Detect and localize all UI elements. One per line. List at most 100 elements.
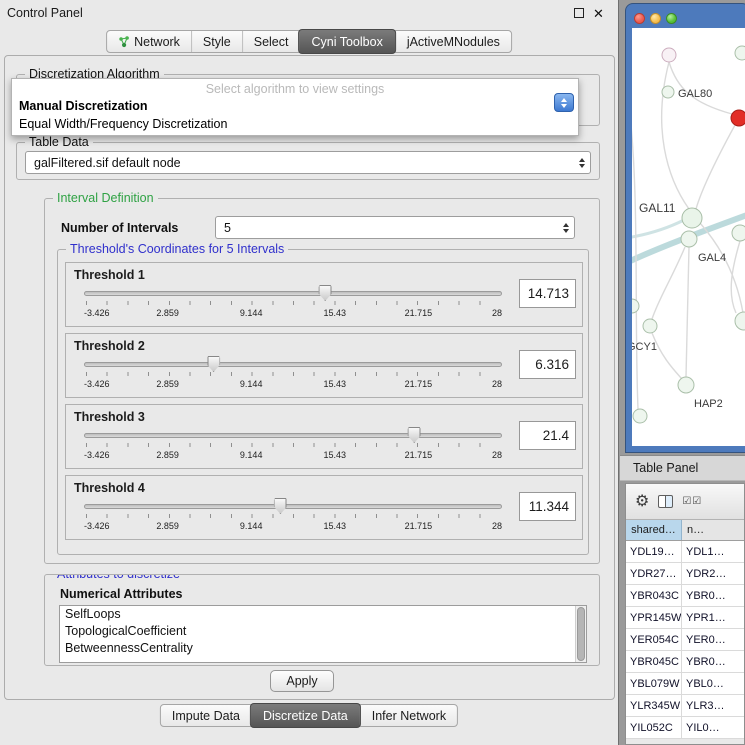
apply-button[interactable]: Apply xyxy=(270,670,334,692)
tab-select[interactable]: Select xyxy=(242,31,300,52)
list-item[interactable]: TopologicalCoefficient xyxy=(60,623,586,640)
column-header-name[interactable]: n… xyxy=(682,520,744,540)
scale-label: 21.715 xyxy=(405,521,433,531)
graph-node[interactable] xyxy=(662,86,674,98)
slider-track[interactable] xyxy=(84,433,502,438)
threshold-slider[interactable]: -3.426 2.859 9.144 15.43 21.715 28 xyxy=(84,356,502,396)
table-data-combobox[interactable]: galFiltered.sif default node xyxy=(25,151,591,174)
cell[interactable]: YDL19… xyxy=(626,541,682,562)
arrow-up-icon xyxy=(579,158,585,162)
cell[interactable]: YER054C xyxy=(626,629,682,650)
cell[interactable]: YPR145W xyxy=(626,607,682,628)
table-panel-window: ⚙ ☑☑ shared… n… YDL19… YDL1… YDR27… YDR2… xyxy=(625,483,745,745)
cell[interactable]: YLR3… xyxy=(682,695,744,716)
tab-cyni-toolbox[interactable]: Cyni Toolbox xyxy=(298,29,395,54)
scrollbar-thumb[interactable] xyxy=(577,607,585,661)
graph-node[interactable] xyxy=(735,46,745,60)
tab-infer-network[interactable]: Infer Network xyxy=(360,705,457,726)
tab-network[interactable]: Network xyxy=(107,31,191,52)
table-row[interactable]: YBR043C YBR0… xyxy=(626,585,744,607)
table-row[interactable]: YBR045C YBR0… xyxy=(626,651,744,673)
columns-icon[interactable] xyxy=(658,495,673,508)
graph-node[interactable] xyxy=(632,299,639,313)
threshold-slider[interactable]: -3.426 2.859 9.144 15.43 21.715 28 xyxy=(84,427,502,467)
combo-stepper[interactable] xyxy=(558,217,574,238)
window-controls xyxy=(634,13,677,24)
checkbox-filter-icons[interactable]: ☑☑ xyxy=(682,496,702,507)
algorithm-combo-stepper[interactable] xyxy=(554,93,574,112)
graph-node[interactable] xyxy=(678,377,694,393)
minimize-traffic-light-icon[interactable] xyxy=(650,13,661,24)
scale-label: 15.43 xyxy=(324,450,347,460)
algorithm-dropdown-popup: Select algorithm to view settings Manual… xyxy=(11,78,579,136)
graph-node[interactable] xyxy=(732,225,745,241)
cell[interactable]: YBR0… xyxy=(682,651,744,672)
number-of-intervals-combobox[interactable]: 5 xyxy=(215,216,575,239)
slider-track[interactable] xyxy=(84,291,502,296)
cell[interactable]: YBL079W xyxy=(626,673,682,694)
combo-stepper[interactable] xyxy=(574,152,590,173)
graph-node[interactable] xyxy=(682,208,702,228)
table-row[interactable]: YLR345W YLR3… xyxy=(626,695,744,717)
threshold-label: Threshold 2 xyxy=(74,339,145,353)
cell[interactable]: YIL0… xyxy=(682,717,744,738)
table-row[interactable]: YIL052C YIL0… xyxy=(626,717,744,739)
dropdown-option-equal-width-frequency[interactable]: Equal Width/Frequency Discretization xyxy=(12,115,578,133)
slider-handle[interactable] xyxy=(319,285,332,301)
cell[interactable]: YPR1… xyxy=(682,607,744,628)
cell[interactable]: YDR2… xyxy=(682,563,744,584)
tab-jactivemnodules[interactable]: jActiveMNodules xyxy=(395,31,511,52)
tab-impute-data[interactable]: Impute Data xyxy=(161,705,251,726)
close-traffic-light-icon[interactable] xyxy=(634,13,645,24)
zoom-traffic-light-icon[interactable] xyxy=(666,13,677,24)
cell[interactable]: YBR045C xyxy=(626,651,682,672)
table-panel-title: Table Panel xyxy=(633,461,698,475)
threshold-slider[interactable]: -3.426 2.859 9.144 15.43 21.715 28 xyxy=(84,498,502,538)
network-canvas[interactable]: GAL80 GAL11 GAL4 GCY1 HAP2 xyxy=(632,28,745,446)
list-item[interactable]: BetweennessCentrality xyxy=(60,640,586,657)
graph-node[interactable] xyxy=(735,312,745,330)
interval-definition-group: Interval Definition Number of Intervals … xyxy=(44,198,600,564)
tab-discretize-data[interactable]: Discretize Data xyxy=(250,703,361,728)
graph-node[interactable] xyxy=(643,319,657,333)
graph-node[interactable] xyxy=(662,48,676,62)
slider-track[interactable] xyxy=(84,362,502,367)
table-row[interactable]: YDL19… YDL1… xyxy=(626,541,744,563)
threshold-slider[interactable]: -3.426 2.859 9.144 15.43 21.715 28 xyxy=(84,285,502,325)
cell[interactable]: YBR043C xyxy=(626,585,682,606)
threshold-value-field[interactable]: 14.713 xyxy=(519,279,576,308)
table-row[interactable]: YDR27… YDR2… xyxy=(626,563,744,585)
table-row[interactable]: YER054C YER0… xyxy=(626,629,744,651)
table-row[interactable]: YBL079W YBL0… xyxy=(626,673,744,695)
tab-style[interactable]: Style xyxy=(191,31,242,52)
cell[interactable]: YBL0… xyxy=(682,673,744,694)
threshold-value-field[interactable]: 21.4 xyxy=(519,421,576,450)
slider-track[interactable] xyxy=(84,504,502,509)
slider-handle[interactable] xyxy=(207,356,220,372)
cell[interactable]: YBR0… xyxy=(682,585,744,606)
slider-handle[interactable] xyxy=(408,427,421,443)
cell[interactable]: YDL1… xyxy=(682,541,744,562)
selected-red-node[interactable] xyxy=(731,110,745,126)
graph-node[interactable] xyxy=(633,409,647,423)
dropdown-option-manual-discretization[interactable]: Manual Discretization xyxy=(12,97,578,115)
table-row[interactable]: YPR145W YPR1… xyxy=(626,607,744,629)
gear-icon[interactable]: ⚙ xyxy=(635,494,649,510)
threshold-value-field[interactable]: 6.316 xyxy=(519,350,576,379)
cell[interactable]: YER0… xyxy=(682,629,744,650)
table-header-row: shared… n… xyxy=(626,520,744,541)
threshold-value-field[interactable]: 11.344 xyxy=(519,492,576,521)
graph-node[interactable] xyxy=(681,231,697,247)
list-scrollbar[interactable] xyxy=(575,606,586,662)
cell[interactable]: YIL052C xyxy=(626,717,682,738)
column-header-shared-name[interactable]: shared… xyxy=(626,520,682,540)
scale-label: 28 xyxy=(492,521,502,531)
numerical-attributes-list[interactable]: SelfLoops TopologicalCoefficient Between… xyxy=(59,605,587,663)
cell[interactable]: YDR27… xyxy=(626,563,682,584)
close-icon[interactable]: ✕ xyxy=(593,6,604,22)
float-window-icon[interactable] xyxy=(574,8,584,18)
scale-label: 2.859 xyxy=(156,521,179,531)
list-item[interactable]: SelfLoops xyxy=(60,606,586,623)
slider-handle[interactable] xyxy=(274,498,287,514)
cell[interactable]: YLR345W xyxy=(626,695,682,716)
